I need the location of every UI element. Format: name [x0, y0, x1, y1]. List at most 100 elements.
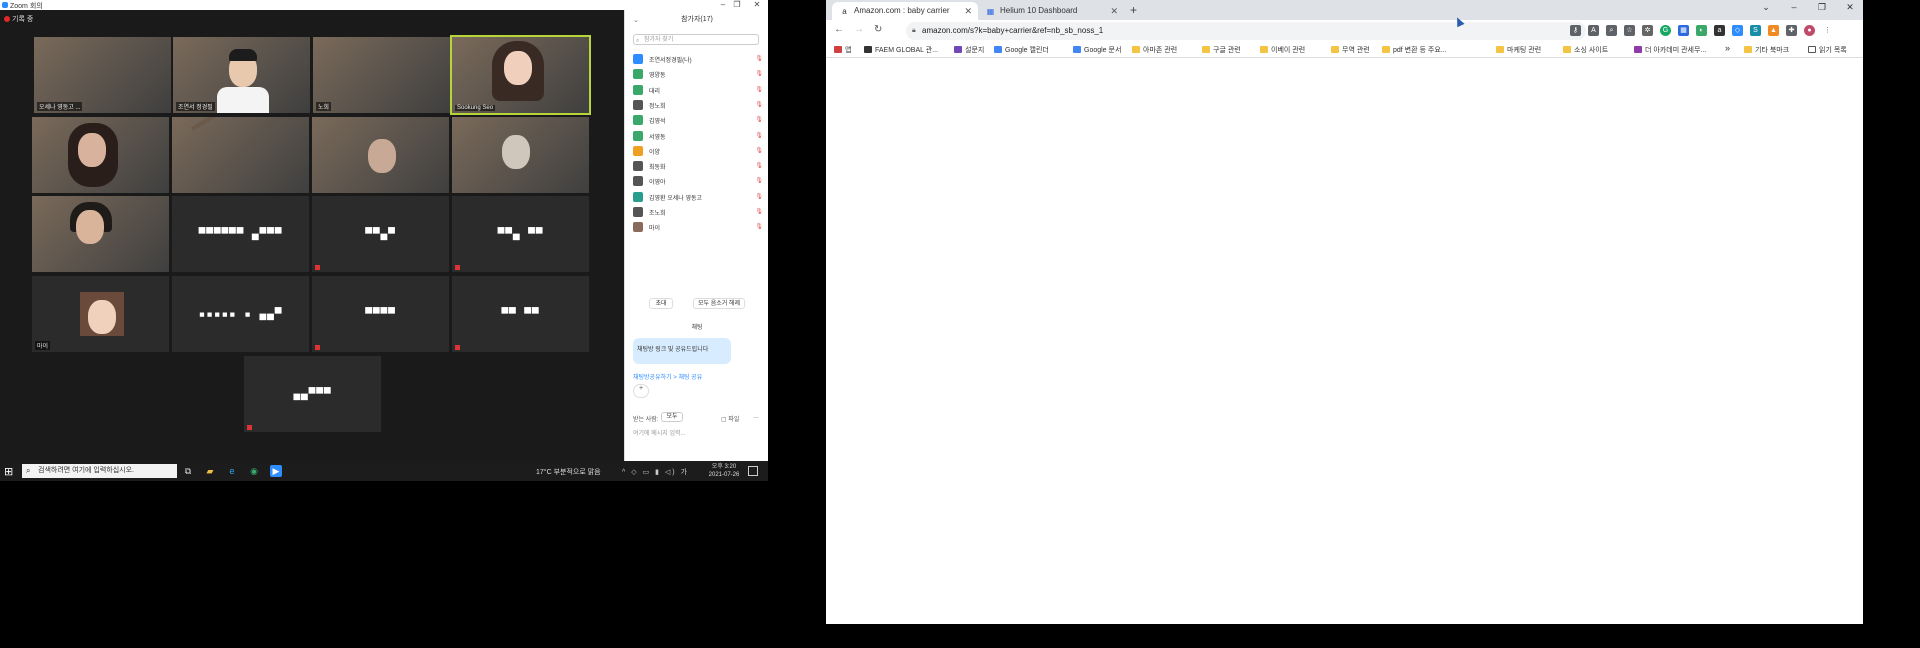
forward-arrow-icon[interactable]: → [854, 24, 864, 35]
participant-row[interactable]: 정노희 🎙︎ [633, 98, 763, 112]
add-reaction-button[interactable]: + [633, 384, 649, 398]
bookmark-item[interactable]: 아마존 관련 [1132, 45, 1177, 55]
chat-file-button[interactable]: ▢ 파일 [721, 414, 739, 423]
muted-mic-icon [455, 345, 460, 350]
profile-avatar-icon[interactable]: ● [1804, 25, 1815, 36]
bookmark-item[interactable]: pdf 변환 등 주요... [1382, 45, 1447, 55]
chat-more-button[interactable]: ... [753, 413, 759, 420]
video-tile[interactable]: 조연서 정경필 [173, 37, 310, 113]
address-bar[interactable]: 🔒︎ amazon.com/s?k=baby+carrier&ref=nb_sb… [906, 22, 1586, 40]
participant-row[interactable]: 이영아 🎙︎ [633, 174, 763, 188]
video-tile[interactable] [452, 117, 589, 193]
translate-icon[interactable]: A [1588, 25, 1599, 36]
video-tile-off[interactable]: ▀▀▀▀ [312, 276, 449, 352]
helium10-extension-icon[interactable]: ▦ [1678, 25, 1689, 36]
video-tile[interactable]: 노희 [313, 37, 450, 113]
bookmark-item[interactable]: 앱 [834, 45, 851, 55]
bookmark-item[interactable]: 더 아카데미 관세무... [1634, 45, 1706, 55]
clock[interactable]: 오후 3:20 2021-07-26 [704, 463, 744, 479]
key-icon[interactable]: ⚷ [1570, 25, 1581, 36]
restore-icon[interactable]: ❐ [1814, 2, 1830, 13]
extension-orange-icon[interactable]: ▲ [1768, 25, 1779, 36]
video-tile-off[interactable]: ▀▀▄▀ [312, 196, 449, 272]
tab-helium10[interactable]: ▦ Helium 10 Dashboard ✕ [978, 2, 1124, 20]
extension-green-icon[interactable]: ◐ [1696, 25, 1707, 36]
video-tile[interactable] [312, 117, 449, 193]
tab-amazon[interactable]: a Amazon.com : baby carrier ✕ [832, 2, 978, 20]
participant-row[interactable]: 대리 🎙︎ [633, 83, 763, 97]
grammarly-icon[interactable]: G [1660, 25, 1671, 36]
video-tile-off[interactable]: ▀▀▀▀▀▀ ▄▀▀▀ [172, 196, 309, 272]
other-bookmarks[interactable]: 기타 북마크 [1744, 45, 1789, 55]
extension-diamond-icon[interactable]: ◇ [1732, 25, 1743, 36]
participant-row[interactable]: 김영환 오세나 영동고 🎙︎ [633, 190, 763, 204]
bookmark-item[interactable]: 마케팅 관련 [1496, 45, 1541, 55]
video-tile-off[interactable]: ▀▀▄ ▀▀ [452, 196, 589, 272]
notification-icon[interactable] [748, 466, 758, 476]
extensions-puzzle-icon[interactable]: ✚ [1786, 25, 1797, 36]
file-explorer-icon[interactable]: ▰ [204, 465, 216, 477]
participant-row[interactable]: 김영석 🎙︎ [633, 113, 763, 127]
close-tab-icon[interactable]: ✕ [1110, 2, 1118, 20]
extension-s-icon[interactable]: S [1750, 25, 1761, 36]
bookmark-item[interactable]: 무역 관련 [1331, 45, 1370, 55]
participant-name: 서영동 [649, 134, 666, 141]
participant-row[interactable]: 서영동 🎙︎ [633, 129, 763, 143]
participant-row[interactable]: 조노희 🎙︎ [633, 205, 763, 219]
reading-list[interactable]: 읽기 목록 [1808, 45, 1847, 55]
close-icon[interactable]: ✕ [750, 0, 764, 9]
unmute-all-button[interactable]: 모두 음소거 해제 [693, 298, 745, 309]
bookmark-star-icon[interactable]: ☆ [1624, 25, 1635, 36]
video-tile[interactable] [32, 117, 169, 193]
video-tile-off[interactable]: ▄▄▀▀▀ [244, 356, 381, 432]
taskbar-search-input[interactable]: ⌕ 검색하려면 여기에 입력하십시오. [22, 464, 177, 478]
extension-abc-icon[interactable]: a [1714, 25, 1725, 36]
menu-kebab-icon[interactable]: ⋮ [1822, 25, 1833, 36]
recording-indicator[interactable]: 기록 중 [4, 14, 33, 24]
participant-row[interactable]: 이양 🎙︎ [633, 144, 763, 158]
bookmark-item[interactable]: Google 캘린더 [994, 45, 1049, 55]
windows-start-icon[interactable]: ⊞ [4, 465, 13, 478]
participant-avatar [633, 130, 643, 141]
participant-row[interactable]: 영양동 🎙︎ [633, 67, 763, 81]
task-view-icon[interactable]: ⧉ [182, 465, 194, 477]
chat-link[interactable]: 채팅방공유하기 > 채팅 공유 [633, 372, 702, 381]
back-arrow-icon[interactable]: ← [834, 24, 844, 35]
minimize-icon[interactable]: – [1786, 2, 1802, 12]
chat-recipient-select[interactable]: 모두 [661, 412, 683, 422]
bookmarks-overflow-icon[interactable]: » [1725, 43, 1730, 53]
system-tray[interactable]: ^ ◇ ▭ ▮ ◁) 가 [622, 467, 689, 477]
participant-row[interactable]: 조연서정경필(나) 🎙︎ [633, 52, 763, 66]
chat-message-input[interactable]: 여기에 메시지 입력... [633, 428, 686, 437]
close-tab-icon[interactable]: ✕ [964, 2, 972, 20]
video-tile-off[interactable]: ▪▪▪▪▪ ▪ ▄▄▀ [172, 276, 309, 352]
participant-row[interactable]: 마이 🎙︎ [633, 220, 763, 234]
restore-icon[interactable]: ❐ [730, 0, 744, 9]
video-tile[interactable]: 오세나 영동고 ... [34, 37, 171, 113]
participant-search-input[interactable]: ⌕ 참가자 찾기 [633, 34, 759, 45]
video-tile-photo[interactable]: 마이 [32, 276, 169, 352]
bookmark-item[interactable]: 소싱 사이트 [1563, 45, 1608, 55]
bookmark-item[interactable]: 구글 관련 [1202, 45, 1241, 55]
close-icon[interactable]: ✕ [1842, 2, 1858, 13]
bookmark-item[interactable]: Google 문서 [1073, 45, 1121, 55]
minimize-icon[interactable]: – [716, 0, 730, 9]
bookmark-item[interactable]: 설문지 [954, 45, 984, 55]
zoom-icon[interactable]: ⌕ [1606, 25, 1617, 36]
video-tile-off[interactable]: ▀▀ ▀▀ [452, 276, 589, 352]
video-tile-active-speaker[interactable]: Sookung Seo [450, 35, 591, 115]
video-tile[interactable] [172, 117, 309, 193]
reload-icon[interactable]: ↻ [874, 24, 882, 35]
invite-button[interactable]: 초대 [649, 298, 673, 309]
tab-search-icon[interactable]: ⌄ [1758, 2, 1774, 13]
bookmark-item[interactable]: 이베이 관련 [1260, 45, 1305, 55]
chrome-icon[interactable]: ◉ [248, 465, 260, 477]
new-tab-icon[interactable]: + [1130, 3, 1137, 17]
zoom-taskbar-icon[interactable]: ▶ [270, 465, 282, 477]
video-tile[interactable] [32, 196, 169, 272]
participant-row[interactable]: 최동화 🎙︎ [633, 159, 763, 173]
edge-icon[interactable]: e [226, 465, 238, 477]
weather-widget[interactable]: 17°C 부분적으로 맑음 [536, 467, 601, 477]
bookmark-item[interactable]: FAEM GLOBAL 관... [864, 45, 938, 55]
settings-extension-icon[interactable]: ✲ [1642, 25, 1653, 36]
